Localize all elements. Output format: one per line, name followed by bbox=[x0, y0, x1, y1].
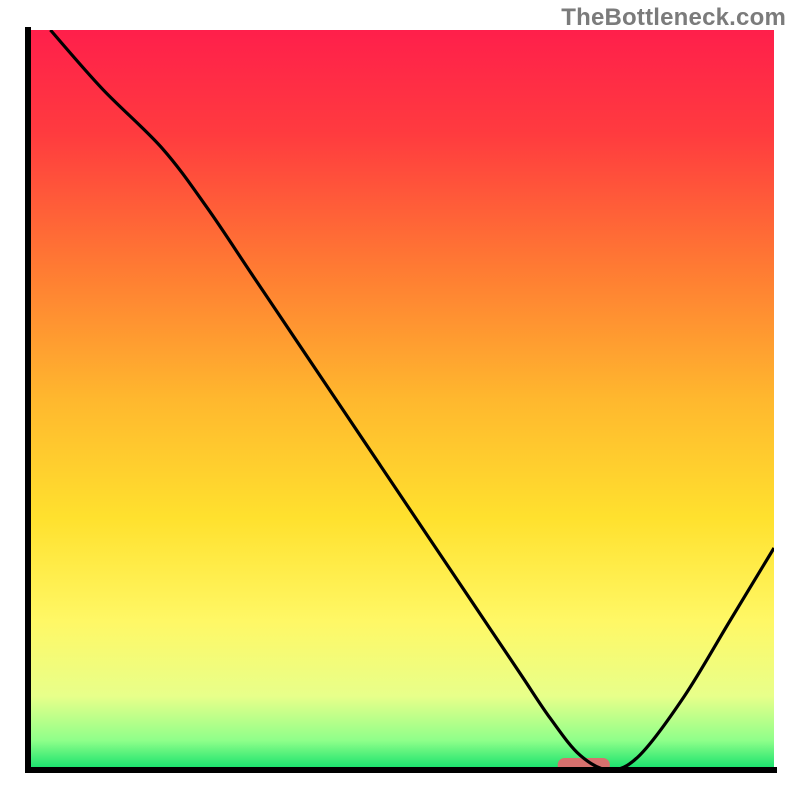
watermark-text: TheBottleneck.com bbox=[561, 4, 786, 32]
bottleneck-chart bbox=[0, 0, 800, 800]
chart-frame: TheBottleneck.com bbox=[0, 0, 800, 800]
gradient-background bbox=[28, 30, 774, 770]
